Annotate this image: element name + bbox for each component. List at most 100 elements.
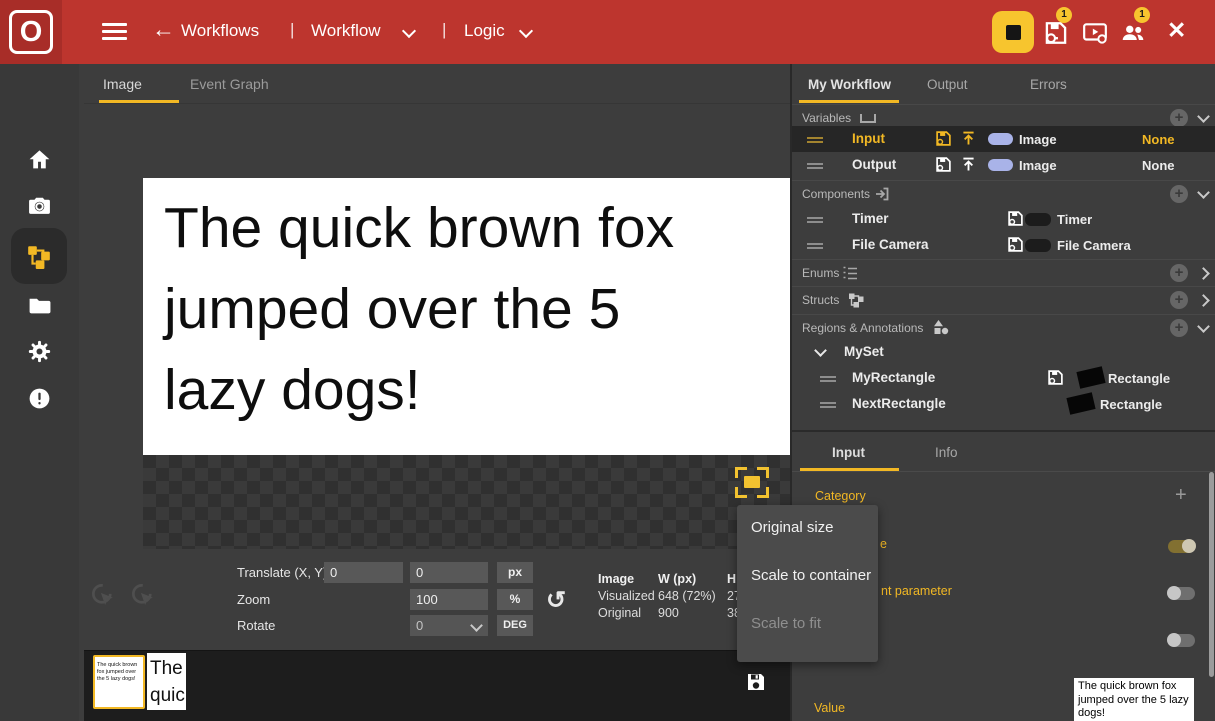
translate-y-input[interactable] (410, 562, 488, 583)
toggle-off[interactable] (1168, 587, 1195, 600)
tab-event-graph[interactable]: Event Graph (190, 76, 269, 92)
save-link-icon[interactable] (1007, 236, 1024, 253)
close-icon[interactable]: ✕ (1167, 17, 1186, 44)
reset-rotation-icon[interactable]: ↺ (546, 586, 566, 615)
tab-image[interactable]: Image (103, 76, 142, 92)
add-region-button[interactable]: + (1170, 319, 1188, 337)
menu-icon[interactable] (102, 23, 127, 41)
section-components[interactable]: Components + (792, 180, 1215, 206)
add-struct-button[interactable]: + (1170, 291, 1188, 309)
click-tool-icon[interactable] (130, 582, 157, 609)
add-enum-button[interactable]: + (1170, 264, 1188, 282)
component-row-file-camera[interactable]: File Camera File Camera (792, 232, 1215, 258)
chevron-down-icon[interactable] (1197, 110, 1210, 123)
breadcrumb-workflows[interactable]: Workflows (181, 21, 259, 41)
toggle-on[interactable] (1168, 540, 1195, 553)
main-sidebar (0, 64, 79, 721)
rotate-label: Rotate (237, 618, 275, 633)
camera-icon[interactable] (27, 193, 52, 218)
drag-handle[interactable] (820, 399, 836, 411)
stop-button[interactable] (992, 11, 1034, 53)
chevron-down-icon[interactable] (402, 24, 416, 38)
chevron-down-icon[interactable] (1197, 320, 1210, 333)
chevron-down-icon[interactable] (519, 24, 533, 38)
save-link-icon[interactable] (1007, 210, 1024, 227)
thumbnail[interactable]: The quick brown fox jumped over the 5 la… (147, 653, 186, 710)
folder-icon[interactable] (27, 293, 52, 318)
alert-icon[interactable] (27, 386, 52, 411)
workflow-icon (26, 243, 52, 269)
settings-icon[interactable] (27, 339, 52, 364)
scrollbar[interactable] (1209, 472, 1214, 677)
deploy-link-icon[interactable] (1043, 20, 1069, 46)
toggle-off[interactable] (1168, 634, 1195, 647)
variables-icon (860, 114, 876, 123)
variable-row-input[interactable]: Input Image None (792, 126, 1215, 152)
tab-info[interactable]: Info (935, 445, 958, 460)
translate-x-input[interactable] (324, 562, 403, 583)
breadcrumb-workflow[interactable]: Workflow (311, 21, 381, 41)
section-regions[interactable]: Regions & Annotations + (792, 314, 1215, 340)
tab-output[interactable]: Output (927, 77, 968, 92)
component-name: File Camera (852, 237, 929, 252)
rectangle-shape-icon (1066, 392, 1095, 414)
save-link-icon[interactable] (935, 156, 952, 173)
thumbnail-selected[interactable]: The quick brown fox jumped over the 5 la… (93, 655, 145, 709)
chevron-down-icon[interactable] (814, 344, 827, 357)
region-set-row[interactable]: MySet (792, 341, 1215, 365)
zoom-input[interactable] (410, 589, 488, 610)
region-row-myrectangle[interactable]: MyRectangle Rectangle (792, 365, 1215, 391)
click-tool-icon[interactable] (90, 582, 117, 609)
drag-handle[interactable] (807, 214, 823, 226)
menu-item-scale-to-fit: Scale to fit (751, 615, 821, 632)
variable-name: Input (852, 131, 885, 146)
visualized-image[interactable]: The quick brown fox jumped over the 5 la… (143, 178, 790, 455)
add-component-button[interactable]: + (1170, 185, 1188, 203)
component-row-timer[interactable]: Timer Timer (792, 206, 1215, 232)
section-enums[interactable]: Enums + (792, 259, 1215, 286)
variable-value[interactable]: None (1142, 132, 1175, 147)
add-variable-button[interactable]: + (1170, 109, 1188, 127)
drag-handle[interactable] (807, 134, 823, 146)
section-structs[interactable]: Structs + (792, 286, 1215, 313)
tab-my-workflow[interactable]: My Workflow (808, 77, 891, 92)
save-link-icon[interactable] (1047, 369, 1064, 386)
variable-type: Image (1019, 158, 1057, 173)
tab-errors[interactable]: Errors (1030, 77, 1067, 92)
users-icon[interactable] (1119, 20, 1147, 46)
sidebar-item-workflows[interactable] (11, 228, 67, 284)
home-icon[interactable] (27, 147, 52, 172)
breadcrumb-logic[interactable]: Logic (464, 21, 505, 41)
top-bar: O ← Workflows | Workflow | Logic 1 (0, 0, 1215, 64)
video-settings-icon[interactable] (1082, 20, 1108, 46)
app-logo[interactable]: O (0, 0, 62, 64)
fit-to-frame-icon[interactable] (735, 467, 769, 498)
drag-handle[interactable] (807, 160, 823, 172)
menu-item-original-size[interactable]: Original size (751, 519, 834, 536)
variable-row-output[interactable]: Output Image None (792, 152, 1215, 178)
rotate-select[interactable]: 0 (410, 615, 488, 636)
drag-handle[interactable] (807, 240, 823, 252)
publish-icon[interactable] (960, 156, 977, 173)
app-window: O ← Workflows | Workflow | Logic 1 (0, 0, 1215, 721)
menu-item-scale-to-container[interactable]: Scale to container (751, 567, 871, 584)
back-arrow-icon[interactable]: ← (152, 16, 175, 43)
structs-icon (848, 292, 864, 308)
variable-name: Output (852, 157, 896, 172)
save-link-icon[interactable] (935, 130, 952, 147)
chevron-down-icon[interactable] (1197, 186, 1210, 199)
chevron-right-icon[interactable] (1197, 267, 1210, 280)
image-canvas[interactable]: The quick brown fox jumped over the 5 la… (84, 104, 790, 650)
tab-input[interactable]: Input (832, 445, 865, 460)
zoom-label: Zoom (237, 592, 270, 607)
type-pill-image (988, 159, 1013, 171)
variable-value[interactable]: None (1142, 158, 1175, 173)
add-category-icon[interactable]: + (1175, 484, 1187, 507)
region-row-nextrectangle[interactable]: NextRectangle Rectangle (792, 391, 1215, 417)
publish-icon[interactable] (960, 130, 977, 147)
image-text-line: The quick brown fox (143, 178, 790, 269)
component-type: Timer (1057, 212, 1092, 227)
drag-handle[interactable] (820, 373, 836, 385)
save-icon[interactable] (746, 672, 766, 692)
chevron-right-icon[interactable] (1197, 294, 1210, 307)
